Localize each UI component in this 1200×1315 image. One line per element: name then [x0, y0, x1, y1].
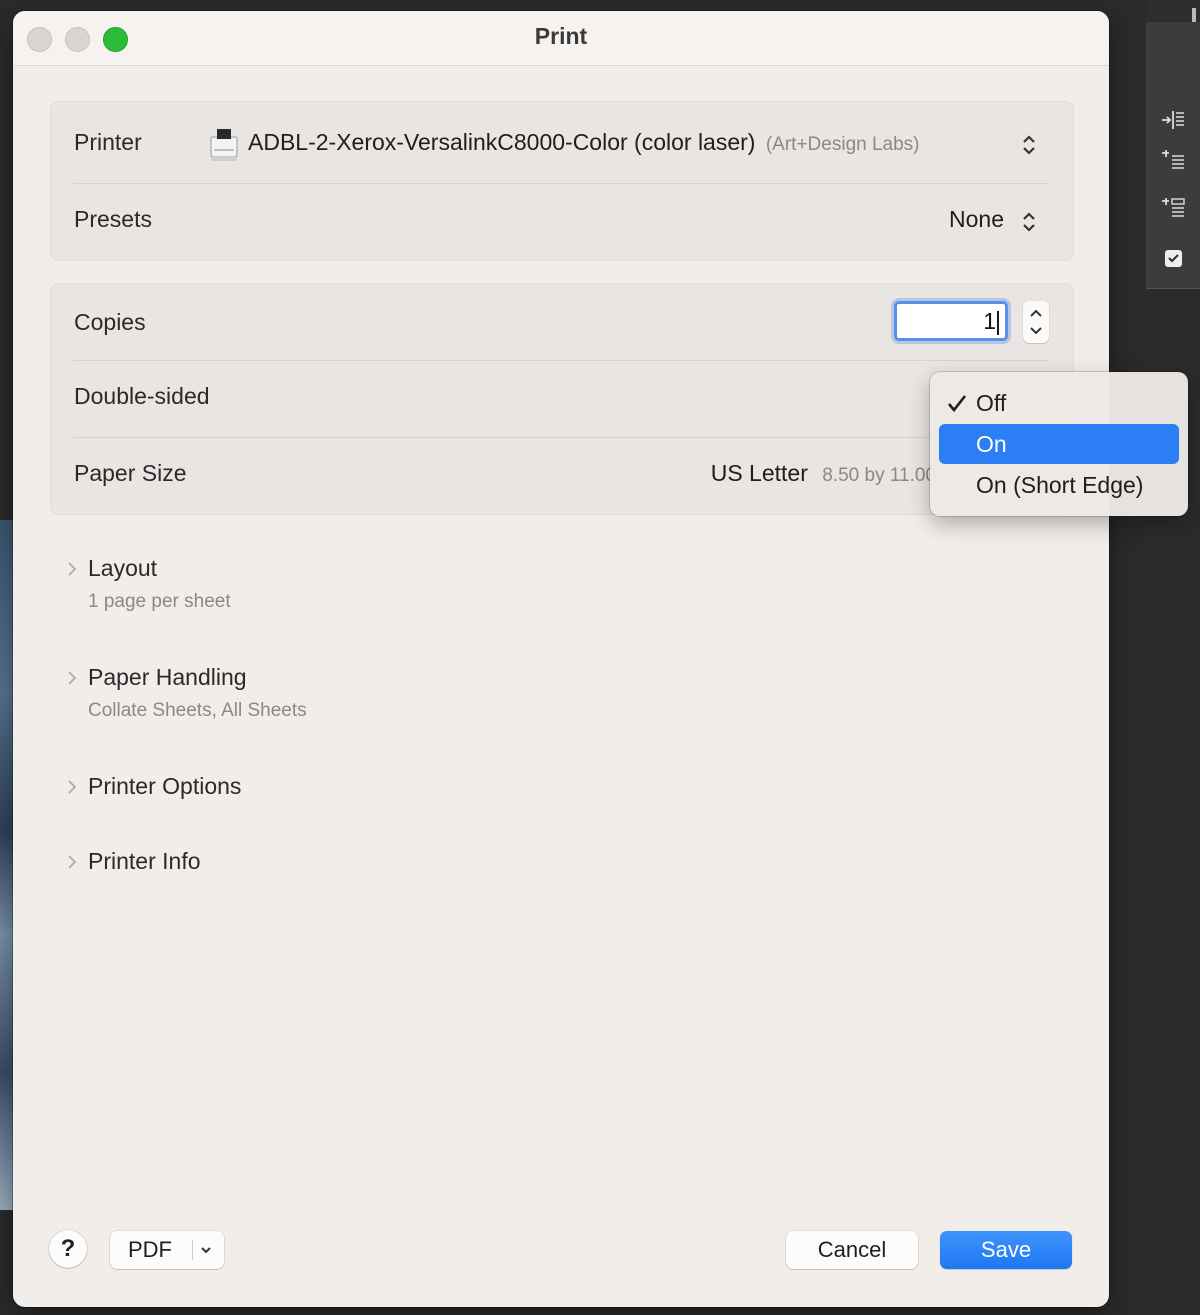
paper-handling-section-title: Paper Handling — [88, 664, 247, 690]
printer-location: (Art+Design Labs) — [765, 134, 920, 155]
copies-stepper[interactable] — [1023, 301, 1049, 343]
copies-value: 1 — [983, 308, 996, 334]
printer-popup-chevron-icon[interactable] — [1018, 128, 1040, 162]
copies-label: Copies — [74, 309, 146, 335]
printer-row: Printer ADBL-2-Xerox-VersalinkC8000-Colo… — [51, 102, 1073, 182]
dialog-title: Print — [534, 23, 588, 49]
toolbar-handle-icon — [1192, 8, 1196, 22]
save-button[interactable]: Save — [940, 1231, 1072, 1269]
presets-row: Presets None — [51, 184, 1073, 260]
chevron-right-icon — [68, 671, 77, 685]
paper-size-popup-button[interactable]: US Letter 8.50 by 11.00 — [711, 460, 936, 487]
title-bar: Print — [13, 11, 1109, 66]
layout-section-summary: 1 page per sheet — [88, 591, 231, 612]
checkbox-icon[interactable] — [1158, 245, 1188, 273]
menu-item-on-short-edge[interactable]: On (Short Edge) — [939, 465, 1179, 505]
insert-above-icon[interactable] — [1158, 146, 1188, 174]
pdf-label: PDF — [128, 1237, 172, 1262]
cancel-button[interactable]: Cancel — [786, 1231, 918, 1269]
paper-handling-section-summary: Collate Sheets, All Sheets — [88, 700, 307, 721]
printer-icon — [210, 129, 238, 161]
menu-item-on[interactable]: On — [939, 424, 1179, 464]
printer-label: Printer — [74, 129, 142, 155]
indent-right-icon[interactable] — [1158, 106, 1188, 134]
background-image-edge — [0, 520, 14, 1210]
presets-popup-button[interactable]: None — [949, 206, 1004, 233]
paper-size-dimensions: 8.50 by 11.00 — [822, 465, 936, 486]
stepper-arrows-icon — [1030, 309, 1042, 335]
insert-below-icon[interactable] — [1158, 194, 1188, 222]
printer-options-section-title: Printer Options — [88, 773, 242, 799]
chevron-right-icon — [68, 562, 77, 576]
copies-row: Copies 1 — [51, 284, 1073, 360]
layout-section-title: Layout — [88, 555, 158, 581]
presets-label: Presets — [74, 206, 152, 232]
print-dialog: Print Printer ADBL-2-Xerox-VersalinkC800… — [13, 11, 1109, 1307]
print-options-group: Copies 1 Double-sided Paper Size US Lett… — [50, 283, 1074, 515]
double-sided-label: Double-sided — [74, 383, 210, 409]
text-caret — [997, 310, 999, 335]
toolbar-top-strip — [1146, 0, 1200, 22]
paper-size-value: US Letter — [710, 460, 808, 486]
menu-item-label: On (Short Edge) — [976, 472, 1144, 498]
chevron-down-icon[interactable] — [198, 1242, 214, 1258]
background-toolbar — [1146, 0, 1200, 289]
chevron-right-icon — [68, 855, 77, 869]
paper-size-row: Paper Size US Letter 8.50 by 11.00 — [51, 438, 1073, 514]
printer-presets-group: Printer ADBL-2-Xerox-VersalinkC8000-Colo… — [50, 101, 1074, 261]
double-sided-row: Double-sided — [51, 361, 1073, 437]
divider — [192, 1240, 193, 1260]
copies-input[interactable]: 1 — [894, 301, 1008, 341]
double-sided-menu: Off On On (Short Edge) — [930, 372, 1188, 516]
paper-size-label: Paper Size — [74, 460, 187, 486]
pdf-menu-button[interactable]: PDF — [110, 1231, 224, 1269]
printer-popup-button[interactable]: ADBL-2-Xerox-VersalinkC8000-Color (color… — [248, 129, 920, 156]
menu-item-off[interactable]: Off — [939, 383, 1179, 423]
help-button[interactable]: ? — [49, 1230, 87, 1268]
menu-item-label: Off — [976, 390, 1007, 416]
chevron-right-icon — [68, 780, 77, 794]
presets-popup-chevron-icon[interactable] — [1018, 205, 1040, 239]
printer-info-section-title: Printer Info — [88, 848, 201, 874]
menu-item-label: On — [976, 431, 1007, 457]
printer-name: ADBL-2-Xerox-VersalinkC8000-Color (color… — [248, 129, 756, 155]
